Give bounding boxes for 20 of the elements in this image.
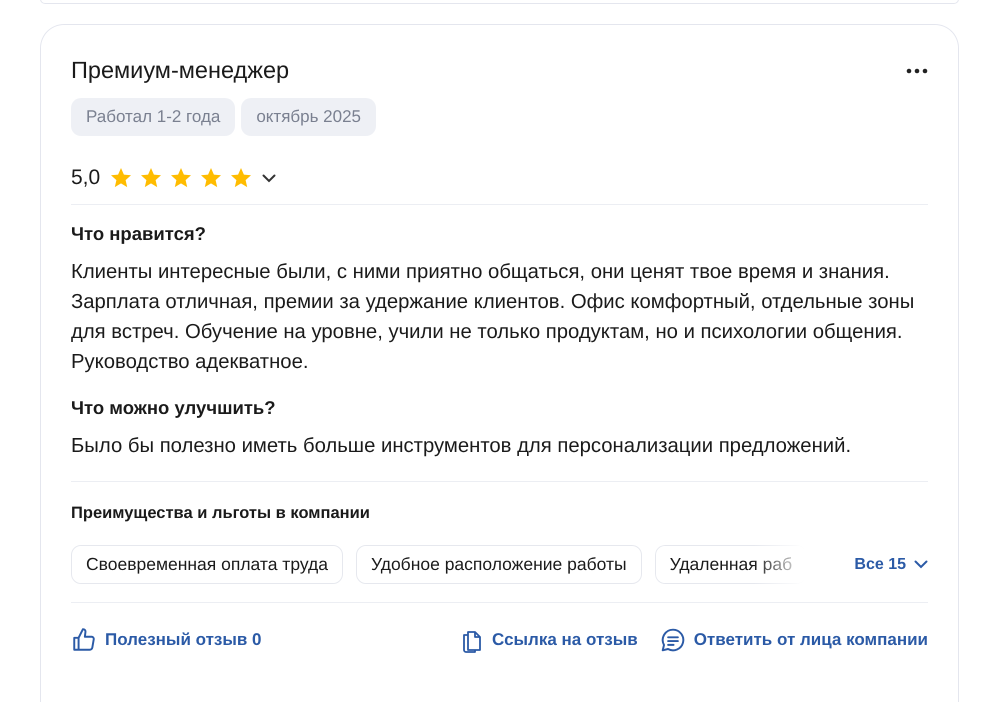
- benefit-chip: Удобное расположение работы: [356, 545, 642, 584]
- review-title: Премиум-менеджер: [71, 57, 290, 84]
- section-heading: Что можно улучшить?: [71, 397, 277, 419]
- review-tag: октябрь 2025: [241, 98, 376, 136]
- thumbs-up-icon: [71, 627, 97, 653]
- review-tag: Работал 1-2 года: [71, 98, 236, 136]
- reply-button[interactable]: Ответить от лица компании: [660, 627, 928, 653]
- more-icon[interactable]: [906, 68, 928, 74]
- helpful-button[interactable]: Полезный отзыв 0: [71, 627, 262, 653]
- section-text: Клиенты интересные были, с ними приятно общаться, они ценят твое время и знания. Зарплата отличная, премии за удержание клиентов. Офис комфортный, отдельные зоны для встреч. Обучение на уровне, учили не только продуктам, но и психологии общения. Руководство адекватное.: [71, 260, 916, 375]
- link-button[interactable]: Ссылка на отзыв: [460, 627, 638, 653]
- show-all-button[interactable]: Все 15: [854, 556, 928, 574]
- chat-icon: [660, 627, 686, 653]
- section-text: Было бы полезно иметь больше инструментов для персонализации предложений.: [71, 434, 852, 459]
- chevron-down-icon: [914, 560, 928, 569]
- benefit-chip: Своевременная оплата труда: [71, 545, 343, 584]
- chevron-down-icon: [262, 174, 276, 182]
- benefits-heading: Преимущества и льготы в компании: [71, 504, 371, 523]
- rating-value: 5,0: [71, 166, 100, 190]
- section-heading: Что нравится?: [71, 223, 207, 245]
